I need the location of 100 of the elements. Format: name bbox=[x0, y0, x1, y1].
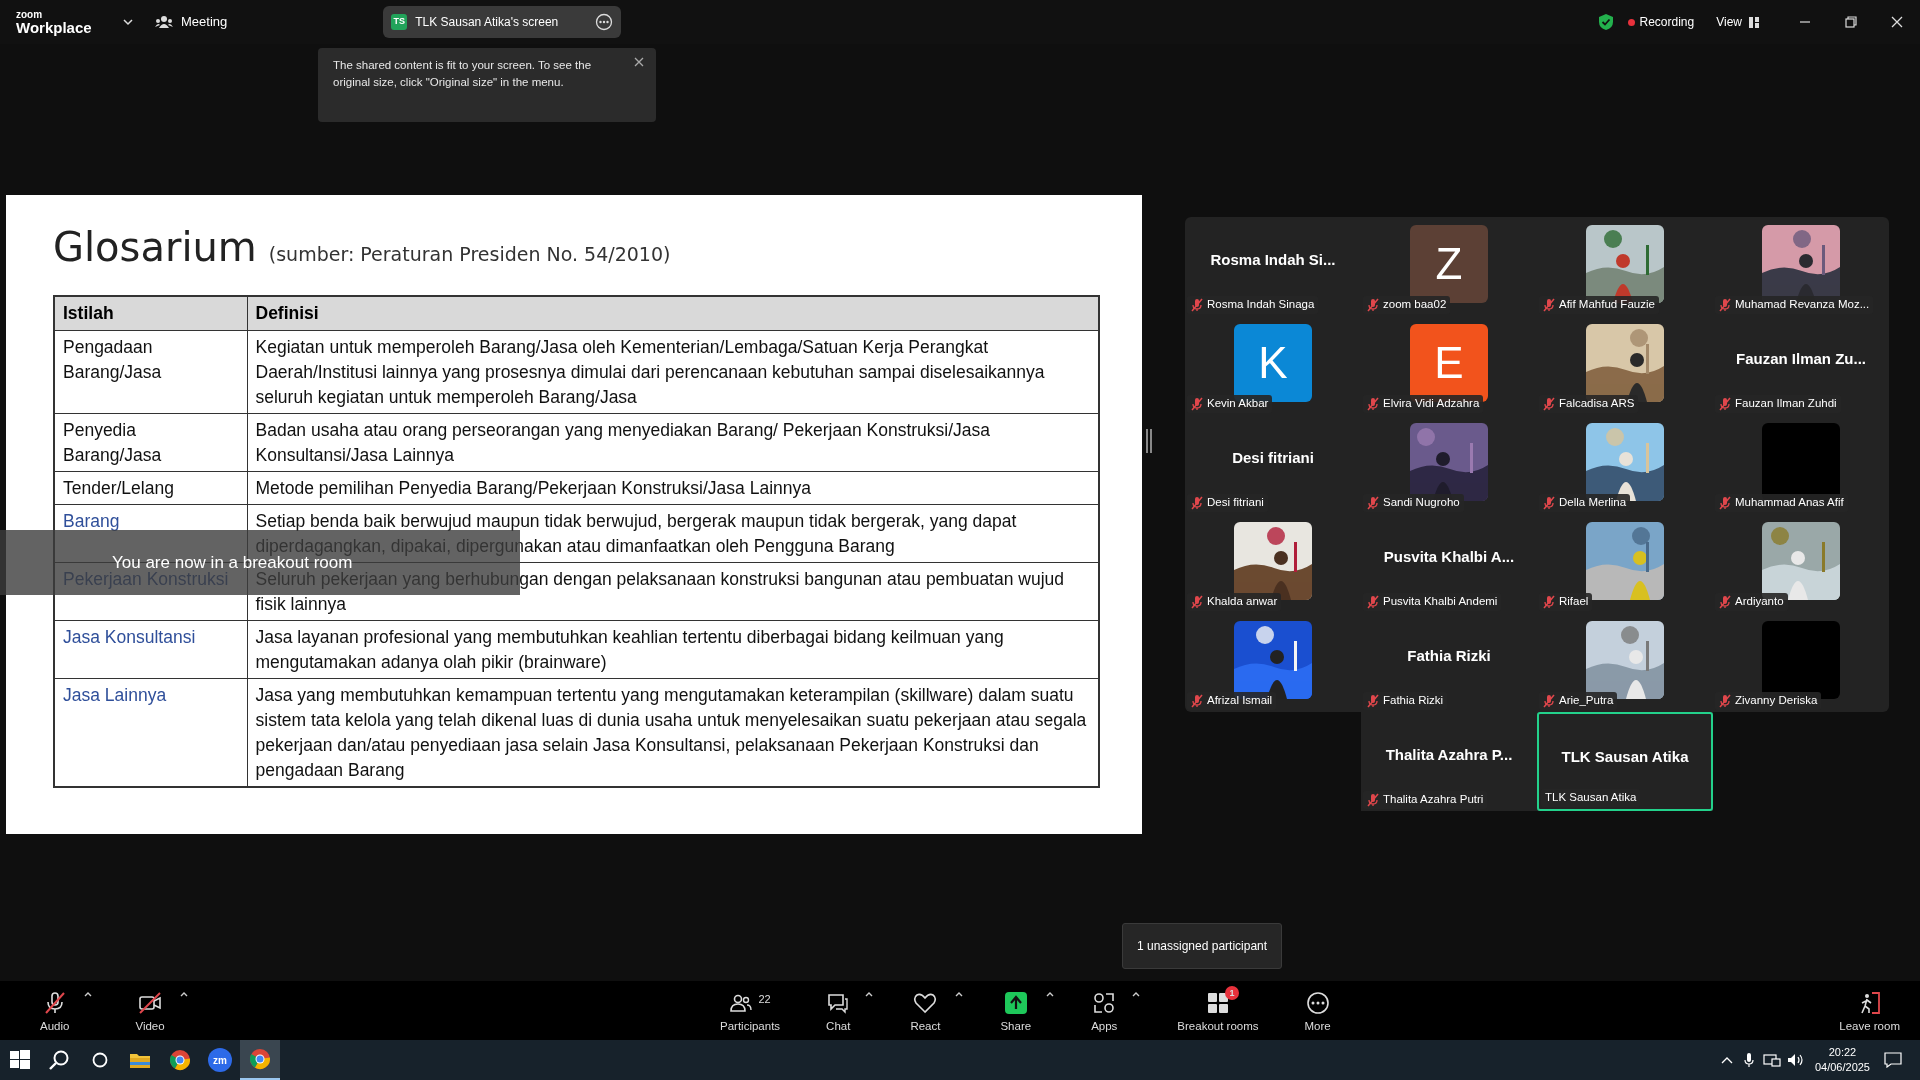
slide-title: Glosarium bbox=[53, 223, 257, 272]
slide-subtitle: (sumber: Peraturan Presiden No. 54/2010) bbox=[268, 242, 671, 267]
chat-bubbles-icon bbox=[826, 991, 851, 1016]
view-button[interactable]: View bbox=[1716, 13, 1759, 31]
browser-icon bbox=[248, 1047, 272, 1071]
muted-mic-icon bbox=[1543, 496, 1555, 510]
participant-display-name: Fathia Rizki bbox=[1407, 646, 1491, 666]
share-indicator[interactable]: TS TLK Sausan Atika's screen bbox=[383, 6, 622, 38]
more-icon bbox=[1305, 991, 1330, 1016]
clock[interactable]: 20:22 04/06/2025 bbox=[1814, 1045, 1870, 1075]
participant-display-name: Desi fitriani bbox=[1232, 448, 1314, 468]
muted-mic-icon bbox=[1543, 595, 1555, 609]
participant-display-name: Rosma Indah Si... bbox=[1210, 250, 1336, 270]
video-off-icon bbox=[138, 991, 163, 1016]
zoom-logo-text: zoom bbox=[16, 9, 44, 20]
video-tile[interactable]: Thalita Azahra P... Thalita Azahra Putri bbox=[1361, 712, 1537, 811]
muted-mic-icon bbox=[1191, 595, 1203, 609]
video-tile[interactable]: TLK Sausan Atika TLK Sausan Atika bbox=[1537, 712, 1713, 811]
brand-name: Workplace bbox=[16, 19, 93, 35]
people-icon bbox=[155, 15, 173, 29]
audio-button[interactable]: Audio bbox=[30, 985, 80, 1036]
breakout-button[interactable]: 1 Breakout rooms bbox=[1167, 985, 1269, 1036]
muted-mic-icon bbox=[1367, 595, 1379, 609]
apps-button[interactable]: Apps bbox=[1081, 985, 1128, 1036]
meeting-button[interactable]: Meeting bbox=[155, 12, 228, 32]
video-tile[interactable]: Desi fitriani Desi fitriani bbox=[1185, 415, 1361, 514]
grid-icon bbox=[1205, 991, 1230, 1016]
participant-display-name: Fauzan Ilman Zu... bbox=[1736, 349, 1866, 369]
video-tile[interactable]: Della Merlina bbox=[1537, 415, 1713, 514]
participant-count: 22 bbox=[758, 992, 771, 1008]
muted-mic-icon bbox=[1191, 694, 1203, 708]
video-tile[interactable]: Falcadisa ARS bbox=[1537, 316, 1713, 415]
shield-check-icon bbox=[1597, 13, 1614, 31]
muted-mic-icon bbox=[1543, 694, 1555, 708]
caret-up-icon[interactable] bbox=[1720, 1056, 1733, 1064]
video-tile[interactable]: Ardiyanto bbox=[1713, 514, 1889, 613]
video-tile[interactable]: Arie_Putra bbox=[1537, 613, 1713, 712]
video-tile[interactable]: Sandi Nugroho bbox=[1361, 415, 1537, 514]
muted-mic-icon bbox=[1719, 595, 1731, 609]
video-tile[interactable]: Rifael bbox=[1537, 514, 1713, 613]
term-link[interactable]: Jasa Konsultansi bbox=[54, 620, 247, 679]
video-tile[interactable]: Muhamad Revanza Moz... bbox=[1713, 217, 1889, 316]
muted-microphone-icon bbox=[42, 991, 67, 1016]
restore-icon[interactable] bbox=[1845, 16, 1857, 28]
apps-icon bbox=[1092, 991, 1117, 1016]
muted-mic-icon bbox=[1367, 496, 1379, 510]
muted-mic-icon bbox=[1367, 793, 1379, 807]
heart-icon bbox=[913, 991, 938, 1016]
zoom-app-label: zm bbox=[208, 1048, 232, 1072]
chat-button[interactable]: Chat bbox=[816, 985, 861, 1036]
participant-display-name: Thalita Azahra P... bbox=[1385, 745, 1513, 765]
video-tile[interactable]: Pusvita Khalbi A... Pusvita Khalbi Andemi bbox=[1361, 514, 1537, 613]
network-icon[interactable] bbox=[1762, 1053, 1781, 1067]
browser-icon bbox=[168, 1048, 192, 1072]
participant-display-name: TLK Sausan Atika bbox=[1561, 747, 1689, 767]
more-button[interactable]: More bbox=[1294, 985, 1341, 1036]
muted-mic-icon bbox=[1367, 397, 1379, 411]
share-button[interactable]: Share bbox=[990, 985, 1042, 1036]
muted-mic-icon bbox=[1543, 298, 1555, 312]
close-icon[interactable] bbox=[634, 57, 644, 67]
participant-display-name: Pusvita Khalbi A... bbox=[1383, 547, 1515, 567]
muted-mic-icon bbox=[1191, 397, 1203, 411]
notification-icon[interactable] bbox=[1884, 1052, 1902, 1068]
participants-button[interactable]: 22 Participants bbox=[710, 985, 791, 1036]
layout-icon bbox=[1749, 16, 1759, 28]
shared-screen-label: TLK Sausan Atika's screen bbox=[415, 14, 560, 31]
recording-label: Recording bbox=[1639, 14, 1695, 31]
muted-mic-icon bbox=[1719, 298, 1731, 312]
notification-badge: 1 bbox=[1224, 986, 1239, 1001]
microphone-icon[interactable] bbox=[1742, 1052, 1755, 1068]
muted-mic-icon bbox=[1719, 694, 1731, 708]
video-tile[interactable]: Afrizal Ismail bbox=[1185, 613, 1361, 712]
video-tile[interactable]: Khalda anwar bbox=[1185, 514, 1361, 613]
notice-text: The shared content is fit to your screen. To see the original size, click "Original size" in the menu. bbox=[333, 58, 593, 90]
resize-handle-icon[interactable] bbox=[1146, 429, 1152, 453]
tooltip: 1 unassigned participant bbox=[1122, 923, 1283, 969]
muted-mic-icon bbox=[1367, 298, 1379, 312]
video-tile[interactable]: Muhammad Anas Afif bbox=[1713, 415, 1889, 514]
video-tile[interactable]: Fauzan Ilman Zu... Fauzan Ilman Zuhdi bbox=[1713, 316, 1889, 415]
video-button[interactable]: Video bbox=[125, 985, 175, 1036]
muted-mic-icon bbox=[1719, 496, 1731, 510]
more-options-icon[interactable] bbox=[595, 13, 614, 31]
muted-mic-icon bbox=[1543, 397, 1555, 411]
video-tile[interactable]: Zivanny Deriska bbox=[1713, 613, 1889, 712]
video-tile[interactable]: Fathia Rizki Fathia Rizki bbox=[1361, 613, 1537, 712]
term-cell: Tender/Lelang bbox=[54, 471, 247, 505]
speaker-icon[interactable] bbox=[1786, 1053, 1805, 1067]
recording-dot-icon bbox=[1627, 18, 1635, 26]
initials-badge: TS bbox=[391, 14, 408, 30]
video-tile[interactable]: Afif Mahfud Fauzie bbox=[1537, 217, 1713, 316]
muted-mic-icon bbox=[1367, 694, 1379, 708]
leave-button[interactable]: Leave room bbox=[1829, 985, 1910, 1036]
column-header: Istilah bbox=[54, 296, 247, 331]
taskbar-app[interactable]: zm bbox=[200, 1040, 240, 1080]
video-tile[interactable]: Rosma Indah Si... Rosma Indah Sinaga bbox=[1185, 217, 1361, 316]
chevron-down-icon[interactable] bbox=[123, 17, 133, 27]
time-text: 20:22 bbox=[1828, 1045, 1857, 1060]
muted-mic-icon bbox=[1719, 397, 1731, 411]
term-cell: Pengadaan Barang/Jasa bbox=[54, 330, 247, 414]
react-button[interactable]: React bbox=[900, 985, 951, 1036]
